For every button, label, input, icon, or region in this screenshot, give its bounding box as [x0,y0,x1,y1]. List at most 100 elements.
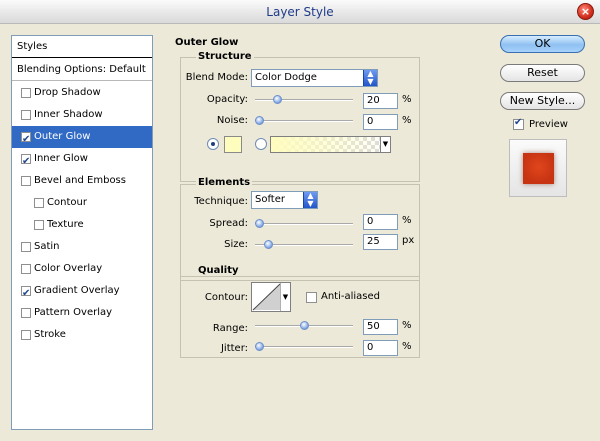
range-input[interactable]: 50 [363,319,398,335]
styles-list-item[interactable]: Outer Glow [12,126,152,151]
title-bar: Layer Style × [0,0,600,24]
reset-button[interactable]: Reset [500,64,585,82]
solid-color-radio[interactable] [207,138,219,150]
blend-mode-select[interactable]: Color Dodge ▲ ▼ [251,69,378,87]
style-checkbox[interactable] [21,264,31,274]
noise-label: Noise: [216,115,248,126]
contour-curve-icon [252,283,281,311]
styles-list-item[interactable]: Color Overlay [12,258,152,280]
style-label: Satin [34,241,60,252]
style-label: Stroke [34,329,66,340]
jitter-unit: % [402,341,412,352]
size-slider[interactable] [255,240,353,250]
new-style-button[interactable]: New Style... [500,92,585,110]
size-label: Size: [224,239,248,250]
slider-thumb[interactable] [255,342,264,351]
style-checkbox[interactable] [34,198,44,208]
slider-thumb[interactable] [264,240,273,249]
noise-slider[interactable] [255,116,353,126]
outer-glow-title: Outer Glow [175,37,239,48]
style-label: Outer Glow [34,131,91,142]
jitter-input[interactable]: 0 [363,340,398,356]
range-unit: % [402,320,412,331]
preview-checkbox[interactable] [513,117,524,130]
styles-list-item[interactable]: Bevel and Emboss [12,170,152,192]
preview-label: Preview [529,119,568,130]
styles-list-item[interactable]: Stroke [12,324,152,346]
styles-list-item[interactable]: Pattern Overlay [12,302,152,324]
range-label: Range: [212,323,248,334]
spread-unit: % [402,215,412,226]
style-checkbox[interactable] [21,242,31,252]
technique-value: Softer [255,194,285,205]
slider-thumb[interactable] [255,116,264,125]
styles-list-item[interactable]: Inner Glow [12,148,152,173]
style-label: Pattern Overlay [34,307,113,318]
style-label: Bevel and Emboss [34,175,126,186]
close-icon: × [580,5,591,18]
noise-unit: % [402,115,412,126]
technique-label: Technique: [194,196,248,207]
gradient-radio[interactable] [255,138,267,150]
style-checkbox[interactable] [21,283,31,305]
opacity-slider[interactable] [255,95,353,105]
styles-list-item[interactable]: Contour [12,192,152,214]
styles-header[interactable]: Styles [12,36,152,58]
opacity-input[interactable]: 20 [363,93,398,109]
layer-style-dialog: Styles Blending Options: Default Drop Sh… [0,24,600,441]
size-input[interactable]: 25 [363,234,398,250]
style-label: Contour [47,197,87,208]
blend-mode-value: Color Dodge [255,72,317,83]
noise-input[interactable]: 0 [363,114,398,130]
contour-label: Contour: [204,292,248,303]
contour-picker[interactable]: ▼ [251,282,291,312]
anti-aliased-checkbox[interactable] [306,292,317,303]
style-checkbox[interactable] [21,129,31,151]
quality-title: Quality [196,265,241,276]
spread-label: Spread: [209,218,248,229]
styles-list-item[interactable]: Texture [12,214,152,236]
style-checkbox[interactable] [21,330,31,340]
styles-list-item[interactable]: Inner Shadow [12,104,152,126]
style-label: Inner Glow [34,153,88,164]
ok-button[interactable]: OK [500,35,585,53]
opacity-label: Opacity: [206,94,248,105]
spread-input[interactable]: 0 [363,214,398,230]
elements-title: Elements [196,177,253,188]
glow-gradient-picker[interactable]: ▼ [270,136,391,153]
style-label: Inner Shadow [34,109,103,120]
slider-thumb[interactable] [273,95,282,104]
style-checkbox[interactable] [21,88,31,98]
chevron-down-icon[interactable]: ▼ [280,283,290,311]
anti-aliased-label: Anti-aliased [321,291,381,302]
structure-title: Structure [196,51,254,62]
range-slider[interactable] [255,321,353,331]
chevron-down-icon[interactable]: ▼ [380,137,390,152]
style-checkbox[interactable] [21,110,31,120]
select-arrows-icon: ▲ ▼ [303,192,317,208]
slider-thumb[interactable] [255,219,264,228]
style-checkbox[interactable] [21,151,31,173]
window-title: Layer Style [266,5,334,19]
style-preview [509,139,567,197]
slider-thumb[interactable] [300,321,309,330]
jitter-slider[interactable] [255,342,353,352]
close-button[interactable]: × [577,3,594,20]
jitter-label: Jitter: [220,343,248,354]
styles-list-item[interactable]: Drop Shadow [12,82,152,104]
style-checkbox[interactable] [34,220,44,230]
technique-select[interactable]: Softer ▲ ▼ [251,191,318,209]
style-checkbox[interactable] [21,308,31,318]
style-label: Gradient Overlay [34,285,120,296]
blend-mode-label: Blend Mode: [185,72,248,83]
select-arrows-icon: ▲ ▼ [363,70,377,86]
glow-color-swatch[interactable] [224,136,242,153]
styles-list: Styles Blending Options: Default Drop Sh… [11,35,153,430]
style-checkbox[interactable] [21,176,31,186]
styles-list-item[interactable]: Satin [12,236,152,258]
styles-list-item[interactable]: Gradient Overlay [12,280,152,305]
preview-swatch [523,153,554,184]
blending-options-item[interactable]: Blending Options: Default [12,59,152,81]
spread-slider[interactable] [255,219,353,229]
style-label: Color Overlay [34,263,103,274]
